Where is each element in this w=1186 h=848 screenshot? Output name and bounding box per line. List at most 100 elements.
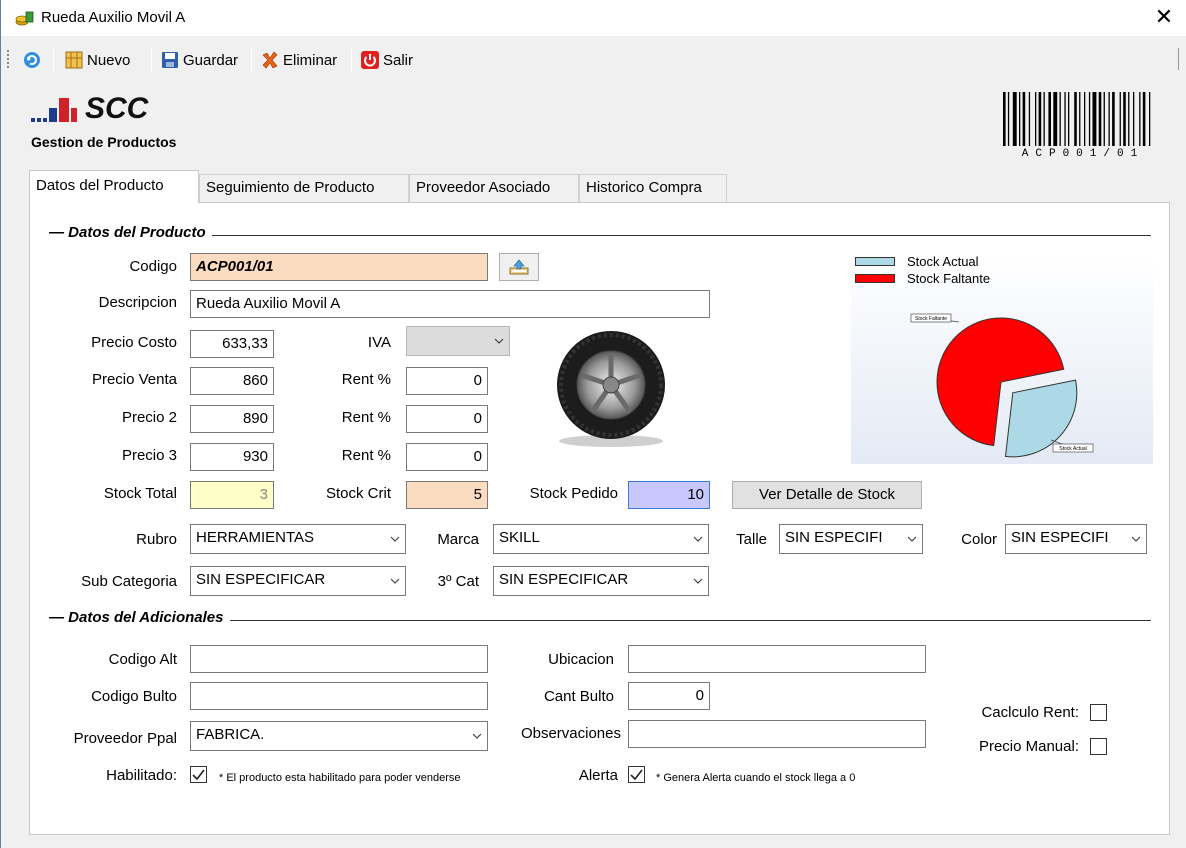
toolbar: Nuevo Guardar Eliminar Salir (1, 38, 1186, 80)
proveedor-ppal-select-value: FABRICA. (196, 726, 265, 743)
app-window: Rueda Auxilio Movil A ✕ Nuevo Guardar El… (0, 0, 1186, 848)
descripcion-label: Descripcion (98, 294, 177, 311)
close-button[interactable]: ✕ (1151, 4, 1177, 30)
toolbar-separator (151, 49, 152, 71)
ver-detalle-stock-button[interactable]: Ver Detalle de Stock (732, 481, 922, 509)
rent-venta-input[interactable]: 0 (406, 367, 488, 395)
tab-proveedor-asociado[interactable]: Proveedor Asociado (409, 174, 579, 202)
save-button[interactable]: Guardar (161, 48, 238, 72)
barcode-text: ACP001/01 (1021, 148, 1145, 160)
delete-button[interactable]: Eliminar (261, 48, 337, 72)
color-select[interactable]: SIN ESPECIFI (1005, 524, 1147, 554)
precio3-input[interactable]: 930 (190, 443, 274, 471)
iva-label: IVA (367, 334, 391, 351)
stock-pedido-input[interactable]: 10 (628, 481, 710, 509)
codigo-input[interactable]: ACP001/01 (190, 253, 488, 281)
new-button[interactable]: Nuevo (65, 48, 130, 72)
precio3-label: Precio 3 (121, 447, 177, 464)
pie-label-stock-faltante: Stock Faltante (915, 316, 947, 322)
codigo-bulto-input[interactable] (190, 682, 488, 710)
iva-select[interactable] (406, 326, 510, 356)
proveedor-ppal-select[interactable]: FABRICA. (190, 721, 488, 751)
stock-total-input[interactable]: 3 (190, 481, 274, 509)
ubicacion-input[interactable] (628, 645, 926, 673)
tab-datos-producto[interactable]: Datos del Producto (29, 170, 199, 203)
refresh-button[interactable] (23, 48, 41, 72)
delete-icon (262, 51, 278, 69)
precio-costo-label: Precio Costo (91, 334, 177, 351)
section-divider (49, 235, 1151, 236)
codigo-label: Codigo (129, 258, 177, 275)
delete-label: Eliminar (283, 51, 338, 69)
barcode-bars (1003, 92, 1151, 146)
tab-historico-compra[interactable]: Historico Compra (579, 174, 727, 202)
toolbar-grip[interactable] (7, 50, 9, 68)
observaciones-label: Observaciones (520, 725, 621, 742)
habilitado-checkbox[interactable] (190, 766, 207, 783)
stock-crit-input[interactable]: 5 (406, 481, 488, 509)
scc-logo: SCC (31, 92, 211, 128)
refresh-icon (24, 52, 40, 68)
toolbar-separator (251, 49, 252, 71)
tercera-cat-select[interactable]: SIN ESPECIFICAR (493, 566, 709, 596)
barcode: ACP001/01 (1003, 92, 1163, 162)
exit-button[interactable]: Salir (361, 48, 413, 72)
product-image (557, 331, 665, 447)
new-label: Nuevo (87, 51, 131, 69)
stock-crit-label: Stock Crit (325, 485, 391, 502)
cant-bulto-input[interactable]: 0 (628, 682, 710, 710)
codigo-alt-label: Codigo Alt (108, 651, 177, 668)
stock-pie-chart: Stock Actual Stock Faltante Stock Faltan… (851, 252, 1153, 464)
chevron-down-icon (494, 338, 504, 344)
chevron-down-icon (390, 536, 400, 542)
chevron-down-icon (390, 578, 400, 584)
tercera-cat-select-value: SIN ESPECIFICAR (499, 571, 629, 588)
new-icon (65, 51, 83, 69)
precio2-input[interactable]: 890 (190, 405, 274, 433)
talle-label: Talle (736, 531, 767, 548)
alerta-checkbox[interactable] (628, 766, 645, 783)
stock-total-label: Stock Total (103, 485, 177, 502)
marca-select[interactable]: SKILL (493, 524, 709, 554)
power-icon (361, 51, 379, 69)
cant-bulto-label: Cant Bulto (543, 688, 614, 705)
logo-mark-icon (31, 98, 77, 122)
codigo-lookup-button[interactable] (499, 253, 539, 281)
stock-pedido-label: Stock Pedido (529, 485, 618, 502)
precio-venta-label: Precio Venta (91, 371, 177, 388)
alerta-label: Alerta (578, 767, 618, 784)
rubro-select[interactable]: HERRAMIENTAS (190, 524, 406, 554)
habilitado-note: * El producto esta habilitado para poder… (219, 772, 461, 784)
page-subtitle: Gestion de Productos (31, 134, 177, 150)
pie-label-stock-actual: Stock Actual (1059, 446, 1087, 452)
habilitado-label: Habilitado: (106, 767, 177, 784)
toolbar-separator (53, 49, 54, 71)
talle-select[interactable]: SIN ESPECIFI (779, 524, 923, 554)
rent-2-input[interactable]: 0 (406, 405, 488, 433)
rent-3-input[interactable]: 0 (406, 443, 488, 471)
calculo-rent-checkbox[interactable] (1090, 704, 1107, 721)
proveedor-ppal-label: Proveedor Ppal (73, 730, 177, 747)
chevron-down-icon (693, 578, 703, 584)
subcategoria-select-value: SIN ESPECIFICAR (196, 571, 326, 588)
chevron-down-icon (1131, 536, 1141, 542)
logo-text: SCC (85, 92, 149, 125)
chevron-down-icon (472, 733, 482, 739)
section-title-adicionales: — Datos del Adicionales (49, 609, 230, 626)
marca-label: Marca (437, 531, 479, 548)
precio-venta-input[interactable]: 860 (190, 367, 274, 395)
rent-venta-label: Rent % (341, 371, 391, 388)
descripcion-input[interactable]: Rueda Auxilio Movil A (190, 290, 710, 318)
precio-manual-checkbox[interactable] (1090, 738, 1107, 755)
subcategoria-select[interactable]: SIN ESPECIFICAR (190, 566, 406, 596)
precio-costo-input[interactable]: 633,33 (190, 330, 274, 358)
observaciones-input[interactable] (628, 720, 926, 748)
codigo-alt-input[interactable] (190, 645, 488, 673)
codigo-bulto-label: Codigo Bulto (91, 688, 177, 705)
rent-3-label: Rent % (341, 447, 391, 464)
tab-seguimiento-producto[interactable]: Seguimiento de Producto (199, 174, 409, 202)
checkmark-icon (630, 769, 643, 781)
ubicacion-label: Ubicacion (548, 651, 614, 668)
toolbar-separator (351, 49, 352, 71)
tercera-cat-label: 3º Cat (437, 573, 479, 590)
